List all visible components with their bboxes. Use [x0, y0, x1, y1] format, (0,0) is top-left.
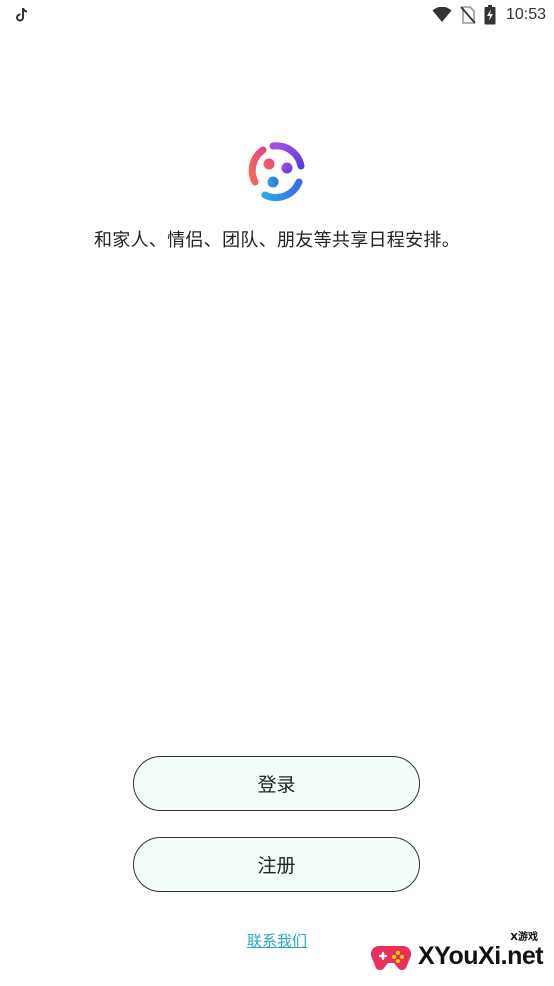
wifi-icon: [432, 7, 452, 22]
people-circle-logo-icon: [248, 142, 305, 201]
gamepad-logo-icon: [370, 946, 412, 970]
app-tagline: 和家人、情侣、团队、朋友等共享日程安排。: [94, 230, 460, 251]
site-watermark: X游戏 XYouXi.net: [368, 924, 554, 986]
register-button[interactable]: 注册: [133, 837, 420, 892]
login-button[interactable]: 登录: [133, 756, 420, 811]
tiktok-icon: [16, 7, 28, 22]
battery-charging-icon: [484, 5, 496, 25]
status-right-group: 10:53: [432, 0, 546, 30]
status-bar: 10:53: [0, 0, 554, 30]
no-sim-icon: [460, 6, 476, 24]
watermark-subtitle: X游戏: [510, 932, 538, 943]
status-time: 10:53: [505, 6, 546, 23]
watermark-text: XYouXi.net: [418, 942, 544, 970]
